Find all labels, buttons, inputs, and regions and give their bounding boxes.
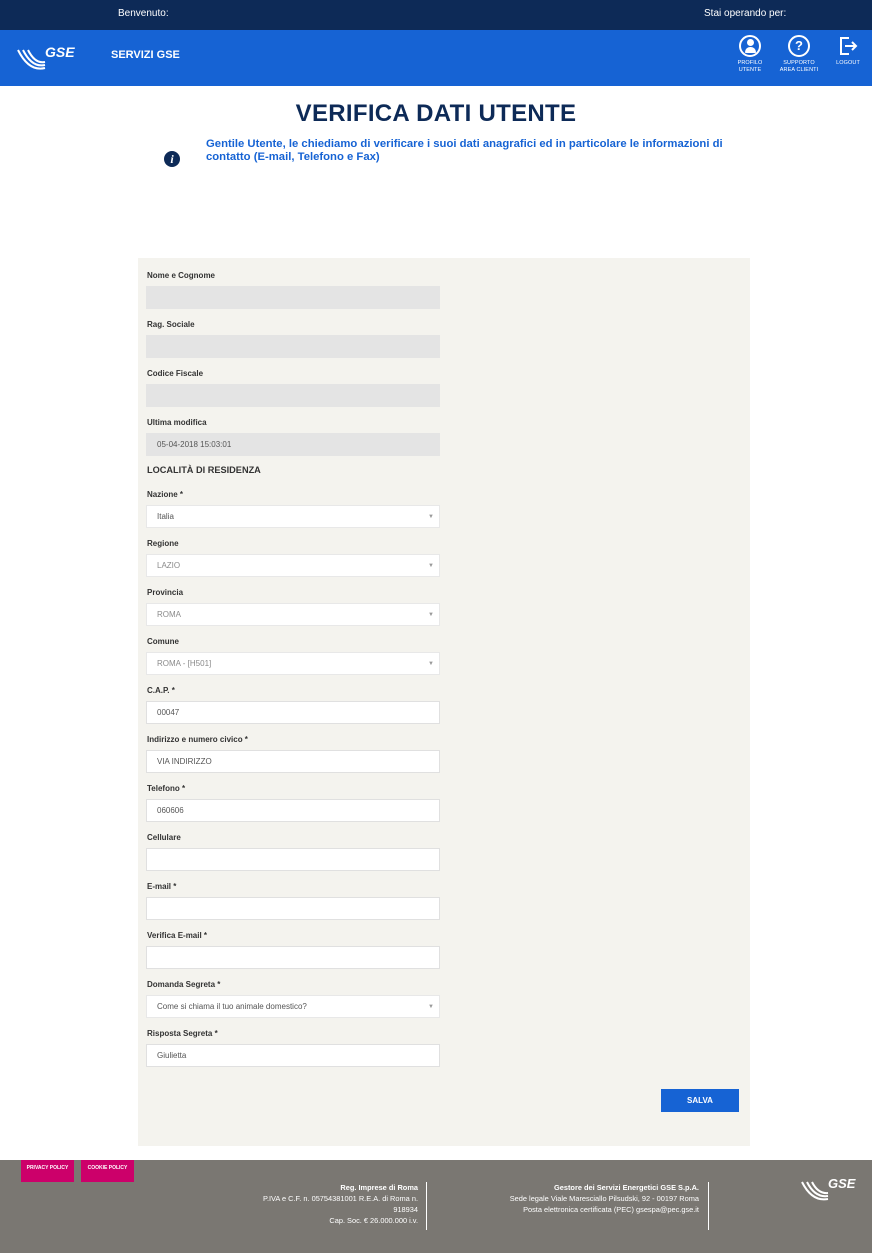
cellulare-input[interactable] (146, 848, 440, 871)
verifica-email-label: Verifica E-mail * (147, 931, 208, 940)
provincia-label: Provincia (147, 588, 184, 597)
profile-button[interactable]: PROFILO UTENTE (728, 35, 772, 74)
risposta-segreta-label: Risposta Segreta * (147, 1029, 218, 1038)
footer-company-line: Posta elettronica certificata (PEC) gses… (523, 1205, 699, 1214)
footer-divider (708, 1182, 709, 1230)
nazione-select[interactable]: Italia ▼ (146, 505, 440, 528)
footer-divider (426, 1182, 427, 1230)
cookie-policy-link[interactable]: COOKIE POLICY (81, 1160, 134, 1182)
email-input[interactable] (146, 897, 440, 920)
logo-text: GSE (45, 44, 75, 60)
nazione-label: Nazione * (147, 490, 184, 499)
comune-select[interactable]: ROMA - [H501] ▼ (146, 652, 440, 675)
chevron-down-icon: ▼ (428, 1004, 434, 1010)
domanda-segreta-select[interactable]: Come si chiama il tuo animale domestico?… (146, 995, 440, 1018)
regione-select[interactable]: LAZIO ▼ (146, 554, 440, 577)
nome-cognome-field (146, 286, 440, 309)
ultima-modifica-label: Ultima modifica (147, 418, 207, 427)
privacy-policy-link[interactable]: PRIVACY POLICY (21, 1160, 74, 1182)
chevron-down-icon: ▼ (428, 612, 434, 618)
top-strip: Benvenuto: Stai operando per: (0, 0, 872, 30)
footer-company-info: Gestore dei Servizi Energetici GSE S.p.A… (463, 1182, 699, 1215)
page-title: VERIFICA DATI UTENTE (295, 100, 577, 127)
ultima-modifica-field: 05-04-2018 15:03:01 (146, 433, 440, 456)
logout-icon (840, 37, 858, 55)
chevron-down-icon: ▼ (428, 563, 434, 569)
indirizzo-input[interactable] (146, 750, 440, 773)
footer-gse-logo: GSE (801, 1176, 856, 1201)
gse-logo[interactable]: GSE (15, 38, 77, 74)
footer-registry-line: Cap. Soc. € 26.000.000 i.v. (329, 1216, 418, 1225)
regione-value: LAZIO (157, 561, 181, 570)
service-name: SERVIZI GSE (111, 49, 180, 61)
chevron-down-icon: ▼ (428, 514, 434, 520)
indirizzo-label: Indirizzo e numero civico * (147, 735, 248, 744)
info-message: Gentile Utente, le chiediamo di verifica… (206, 138, 723, 163)
telefono-input[interactable] (146, 799, 440, 822)
nazione-value: Italia (157, 512, 174, 521)
risposta-segreta-input[interactable] (146, 1044, 440, 1067)
logout-button[interactable]: LOGOUT (826, 35, 870, 67)
header: GSE SERVIZI GSE PROFILO UTENTE ? SUPPORT… (0, 30, 872, 86)
footer-logo-text: GSE (828, 1176, 856, 1191)
welcome-text: Benvenuto: (118, 8, 169, 19)
verifica-email-input[interactable] (146, 946, 440, 969)
save-button[interactable]: SALVA (661, 1089, 739, 1112)
cellulare-label: Cellulare (147, 833, 181, 842)
footer-registry-line: P.IVA e C.F. n. 05754381001 R.E.A. di Ro… (262, 1194, 418, 1203)
email-label: E-mail * (147, 882, 177, 891)
comune-label: Comune (147, 637, 179, 646)
comune-value: ROMA - [H501] (157, 659, 212, 668)
info-icon: i (164, 151, 180, 167)
operating-for-text: Stai operando per: (704, 8, 787, 19)
section-residenza-heading: LOCALITÀ DI RESIDENZA (147, 465, 261, 475)
support-button[interactable]: ? SUPPORTO AREA CLIENTI (776, 35, 822, 74)
footer-registry-heading: Reg. Imprese di Roma (340, 1183, 418, 1192)
logout-label: LOGOUT (836, 60, 860, 66)
codice-fiscale-field (146, 384, 440, 407)
footer-company-line: Sede legale Viale Maresciallo Pilsudski,… (509, 1194, 699, 1203)
chevron-down-icon: ▼ (428, 661, 434, 667)
rag-sociale-label: Rag. Sociale (147, 320, 195, 329)
question-icon: ? (788, 35, 810, 57)
provincia-select[interactable]: ROMA ▼ (146, 603, 440, 626)
footer-company-heading: Gestore dei Servizi Energetici GSE S.p.A… (554, 1183, 699, 1192)
rag-sociale-field (146, 335, 440, 358)
telefono-label: Telefono * (147, 784, 186, 793)
provincia-value: ROMA (157, 610, 181, 619)
codice-fiscale-label: Codice Fiscale (147, 369, 204, 378)
footer: PRIVACY POLICY COOKIE POLICY Reg. Impres… (0, 1160, 872, 1253)
cap-input[interactable] (146, 701, 440, 724)
domanda-segreta-value: Come si chiama il tuo animale domestico? (157, 1002, 307, 1011)
nome-cognome-label: Nome e Cognome (147, 271, 216, 280)
cap-label: C.A.P. * (147, 686, 175, 695)
domanda-segreta-label: Domanda Segreta * (147, 980, 221, 989)
footer-registry-line: 918934 (393, 1205, 418, 1214)
regione-label: Regione (147, 539, 179, 548)
support-label: SUPPORTO AREA CLIENTI (779, 60, 819, 73)
footer-registry-info: Reg. Imprese di Roma P.IVA e C.F. n. 057… (232, 1182, 418, 1226)
user-icon (739, 35, 761, 57)
profile-label: PROFILO UTENTE (737, 60, 763, 73)
